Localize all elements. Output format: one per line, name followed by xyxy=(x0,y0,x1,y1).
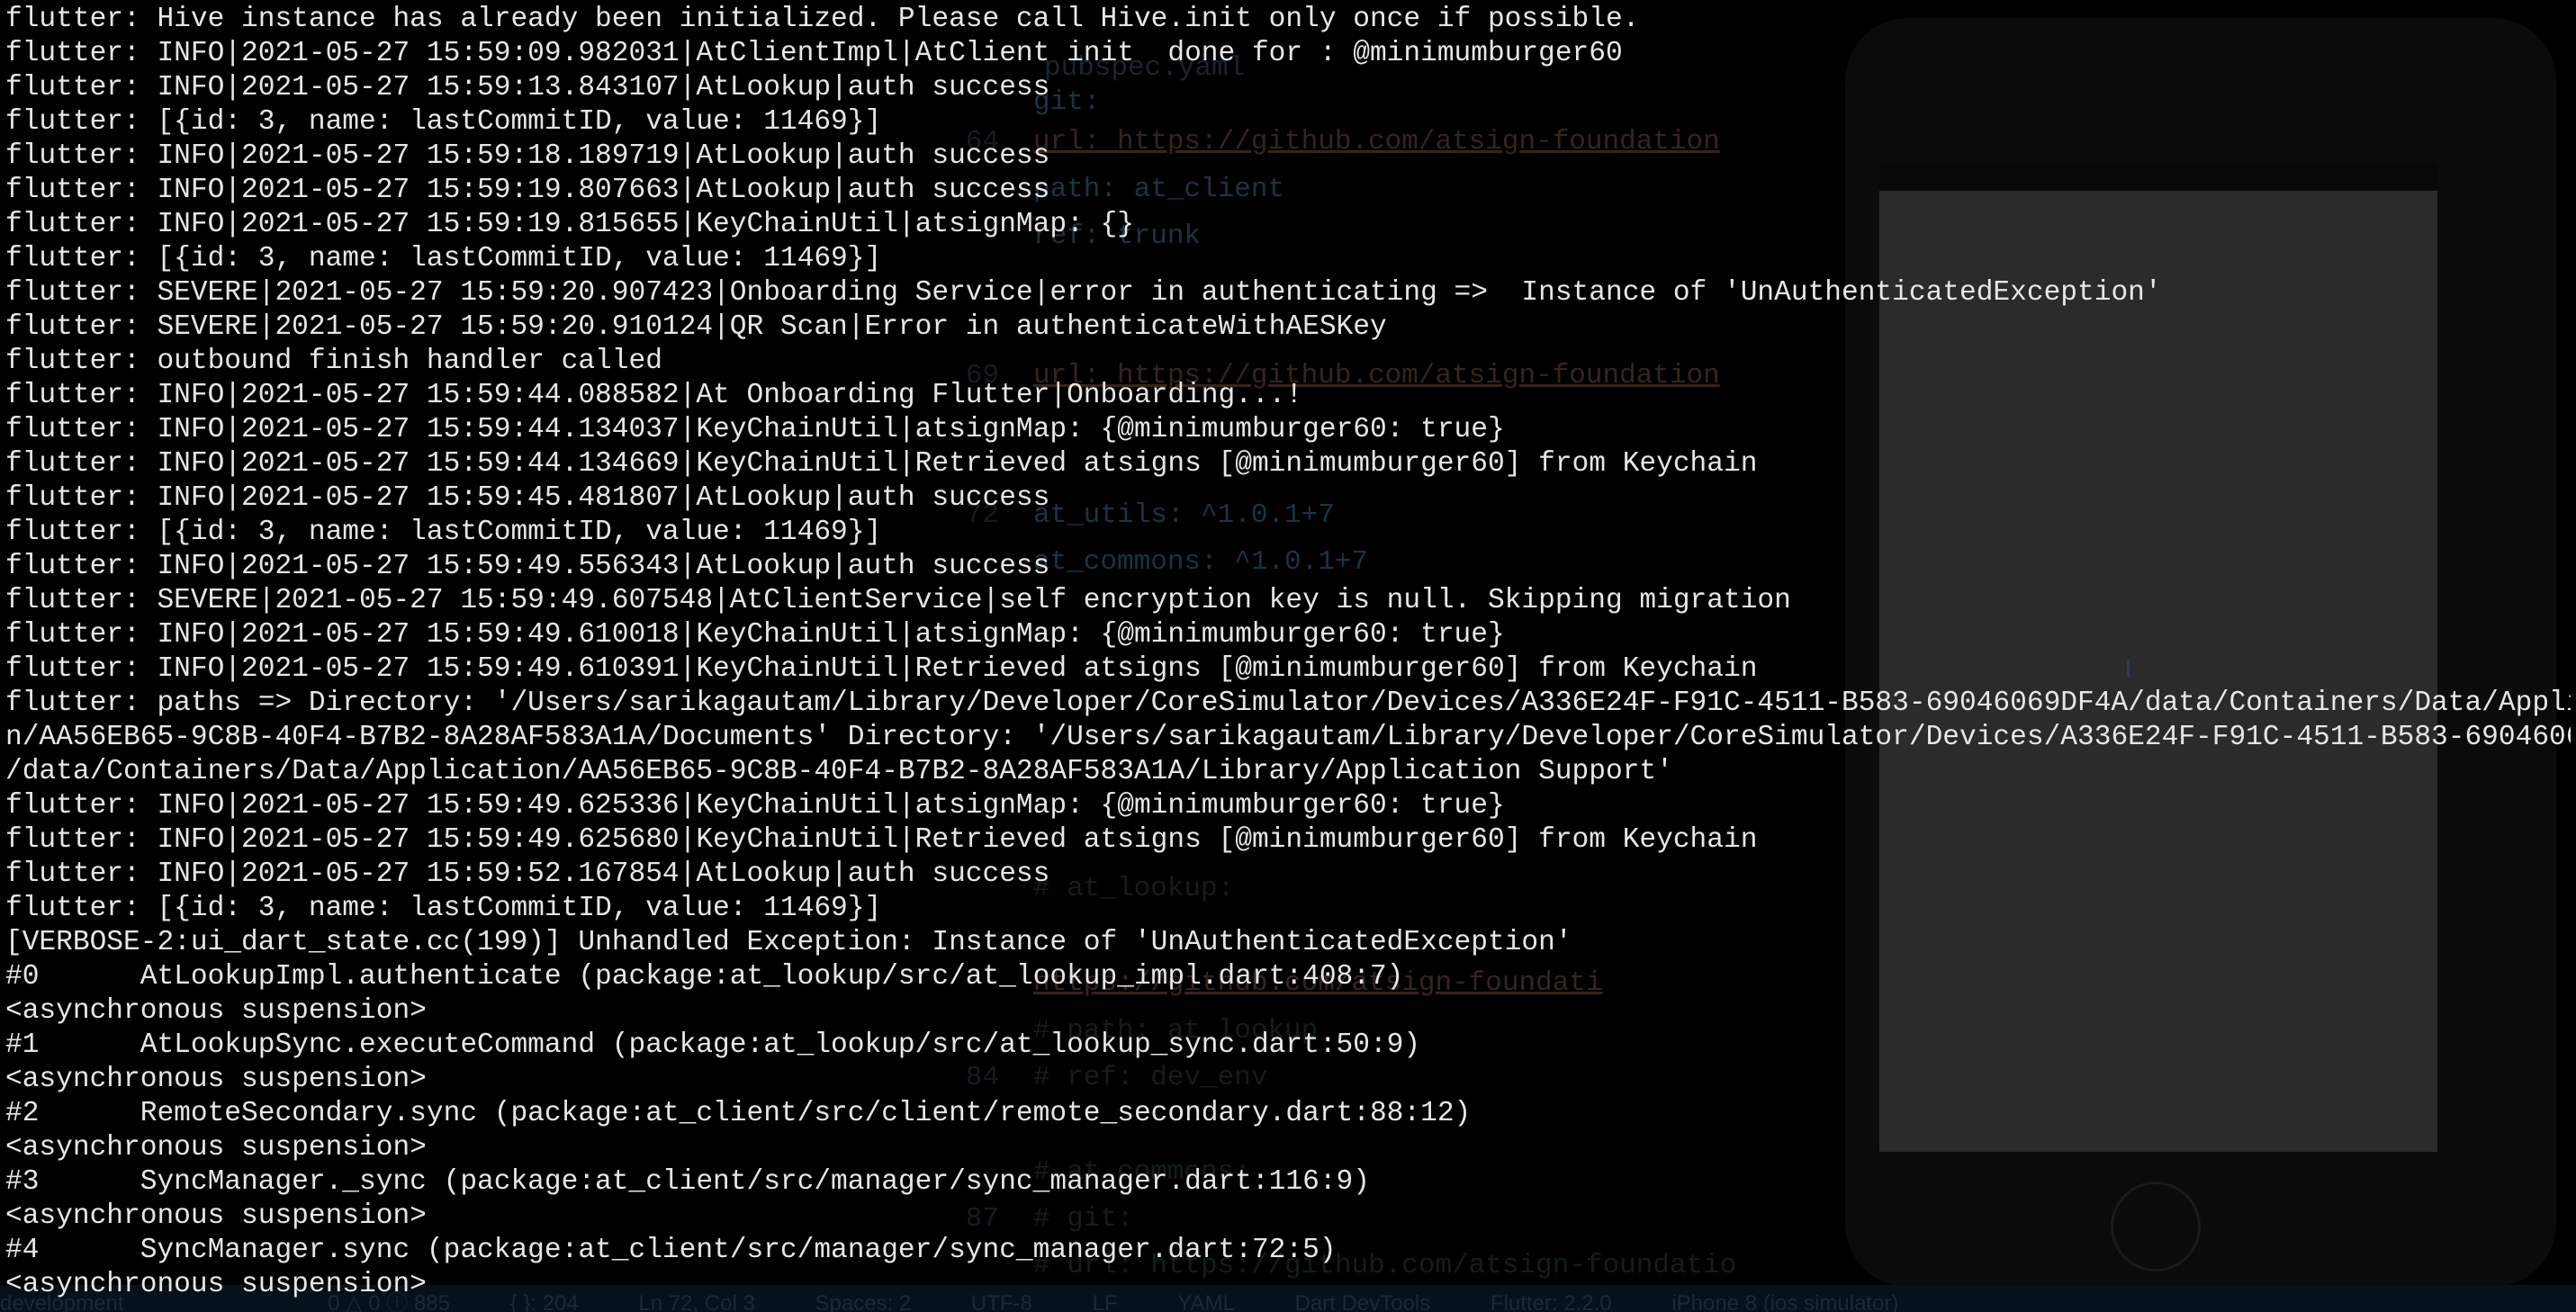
log-line: flutter: INFO|2021-05-27 15:59:52.167854… xyxy=(5,858,1050,890)
log-line: flutter: Hive instance has already been … xyxy=(5,4,1640,35)
log-line: /data/Containers/Data/Application/AA56EB… xyxy=(5,756,1673,787)
screen: pubspec.yaml git: 64 url: https://github.… xyxy=(0,0,2576,1312)
log-line: flutter: INFO|2021-05-27 15:59:19.807663… xyxy=(5,175,1050,206)
log-line: flutter: INFO|2021-05-27 15:59:09.982031… xyxy=(5,38,1623,69)
log-line: flutter: [{id: 3, name: lastCommitID, va… xyxy=(5,517,882,548)
log-line: flutter: INFO|2021-05-27 15:59:49.556343… xyxy=(5,551,1050,582)
log-line: flutter: INFO|2021-05-27 15:59:49.625336… xyxy=(5,790,1505,822)
log-line: n/AA56EB65-9C8B-40F4-B7B2-8A28AF583A1A/D… xyxy=(5,722,2571,753)
log-line: flutter: INFO|2021-05-27 15:59:18.189719… xyxy=(5,140,1050,172)
log-line: flutter: INFO|2021-05-27 15:59:19.815655… xyxy=(5,209,1134,240)
log-line: flutter: INFO|2021-05-27 15:59:45.481807… xyxy=(5,482,1050,514)
log-line: flutter: [{id: 3, name: lastCommitID, va… xyxy=(5,243,882,274)
log-line: #2 RemoteSecondary.sync (package:at_clie… xyxy=(5,1098,1472,1129)
log-line: <asynchronous suspension> xyxy=(5,1269,427,1300)
log-line: flutter: INFO|2021-05-27 15:59:44.088582… xyxy=(5,380,1303,411)
log-line: #1 AtLookupSync.executeCommand (package:… xyxy=(5,1029,1421,1061)
log-line: <asynchronous suspension> xyxy=(5,1200,427,1232)
log-line: flutter: SEVERE|2021-05-27 15:59:20.9074… xyxy=(5,277,2162,309)
log-line: [VERBOSE-2:ui_dart_state.cc(199)] Unhand… xyxy=(5,927,1572,958)
log-line: flutter: outbound finish handler called xyxy=(5,346,662,377)
terminal-output[interactable]: flutter: Hive instance has already been … xyxy=(5,3,2571,1302)
log-line: flutter: INFO|2021-05-27 15:59:44.134037… xyxy=(5,414,1505,445)
log-line: flutter: INFO|2021-05-27 15:59:49.610391… xyxy=(5,653,1758,685)
log-line: flutter: [{id: 3, name: lastCommitID, va… xyxy=(5,106,882,138)
log-line: <asynchronous suspension> xyxy=(5,995,427,1027)
log-line: #0 AtLookupImpl.authenticate (package:at… xyxy=(5,961,1404,993)
log-line: flutter: [{id: 3, name: lastCommitID, va… xyxy=(5,893,882,924)
log-line: flutter: INFO|2021-05-27 15:59:13.843107… xyxy=(5,72,1050,103)
log-line: flutter: INFO|2021-05-27 15:59:49.625680… xyxy=(5,824,1758,856)
log-line: #4 SyncManager.sync (package:at_client/s… xyxy=(5,1235,1337,1266)
log-line: <asynchronous suspension> xyxy=(5,1064,427,1095)
terminal-window[interactable]: flutter: Hive instance has already been … xyxy=(0,0,2576,1312)
log-line: #3 SyncManager._sync (package:at_client/… xyxy=(5,1166,1370,1198)
log-line: flutter: SEVERE|2021-05-27 15:59:20.9101… xyxy=(5,311,1387,343)
log-line: flutter: INFO|2021-05-27 15:59:44.134669… xyxy=(5,448,1758,480)
log-line: <asynchronous suspension> xyxy=(5,1132,427,1164)
log-line: flutter: INFO|2021-05-27 15:59:49.610018… xyxy=(5,619,1505,651)
log-line: flutter: paths => Directory: '/Users/sar… xyxy=(5,687,2571,719)
log-line: flutter: SEVERE|2021-05-27 15:59:49.6075… xyxy=(5,585,1791,616)
